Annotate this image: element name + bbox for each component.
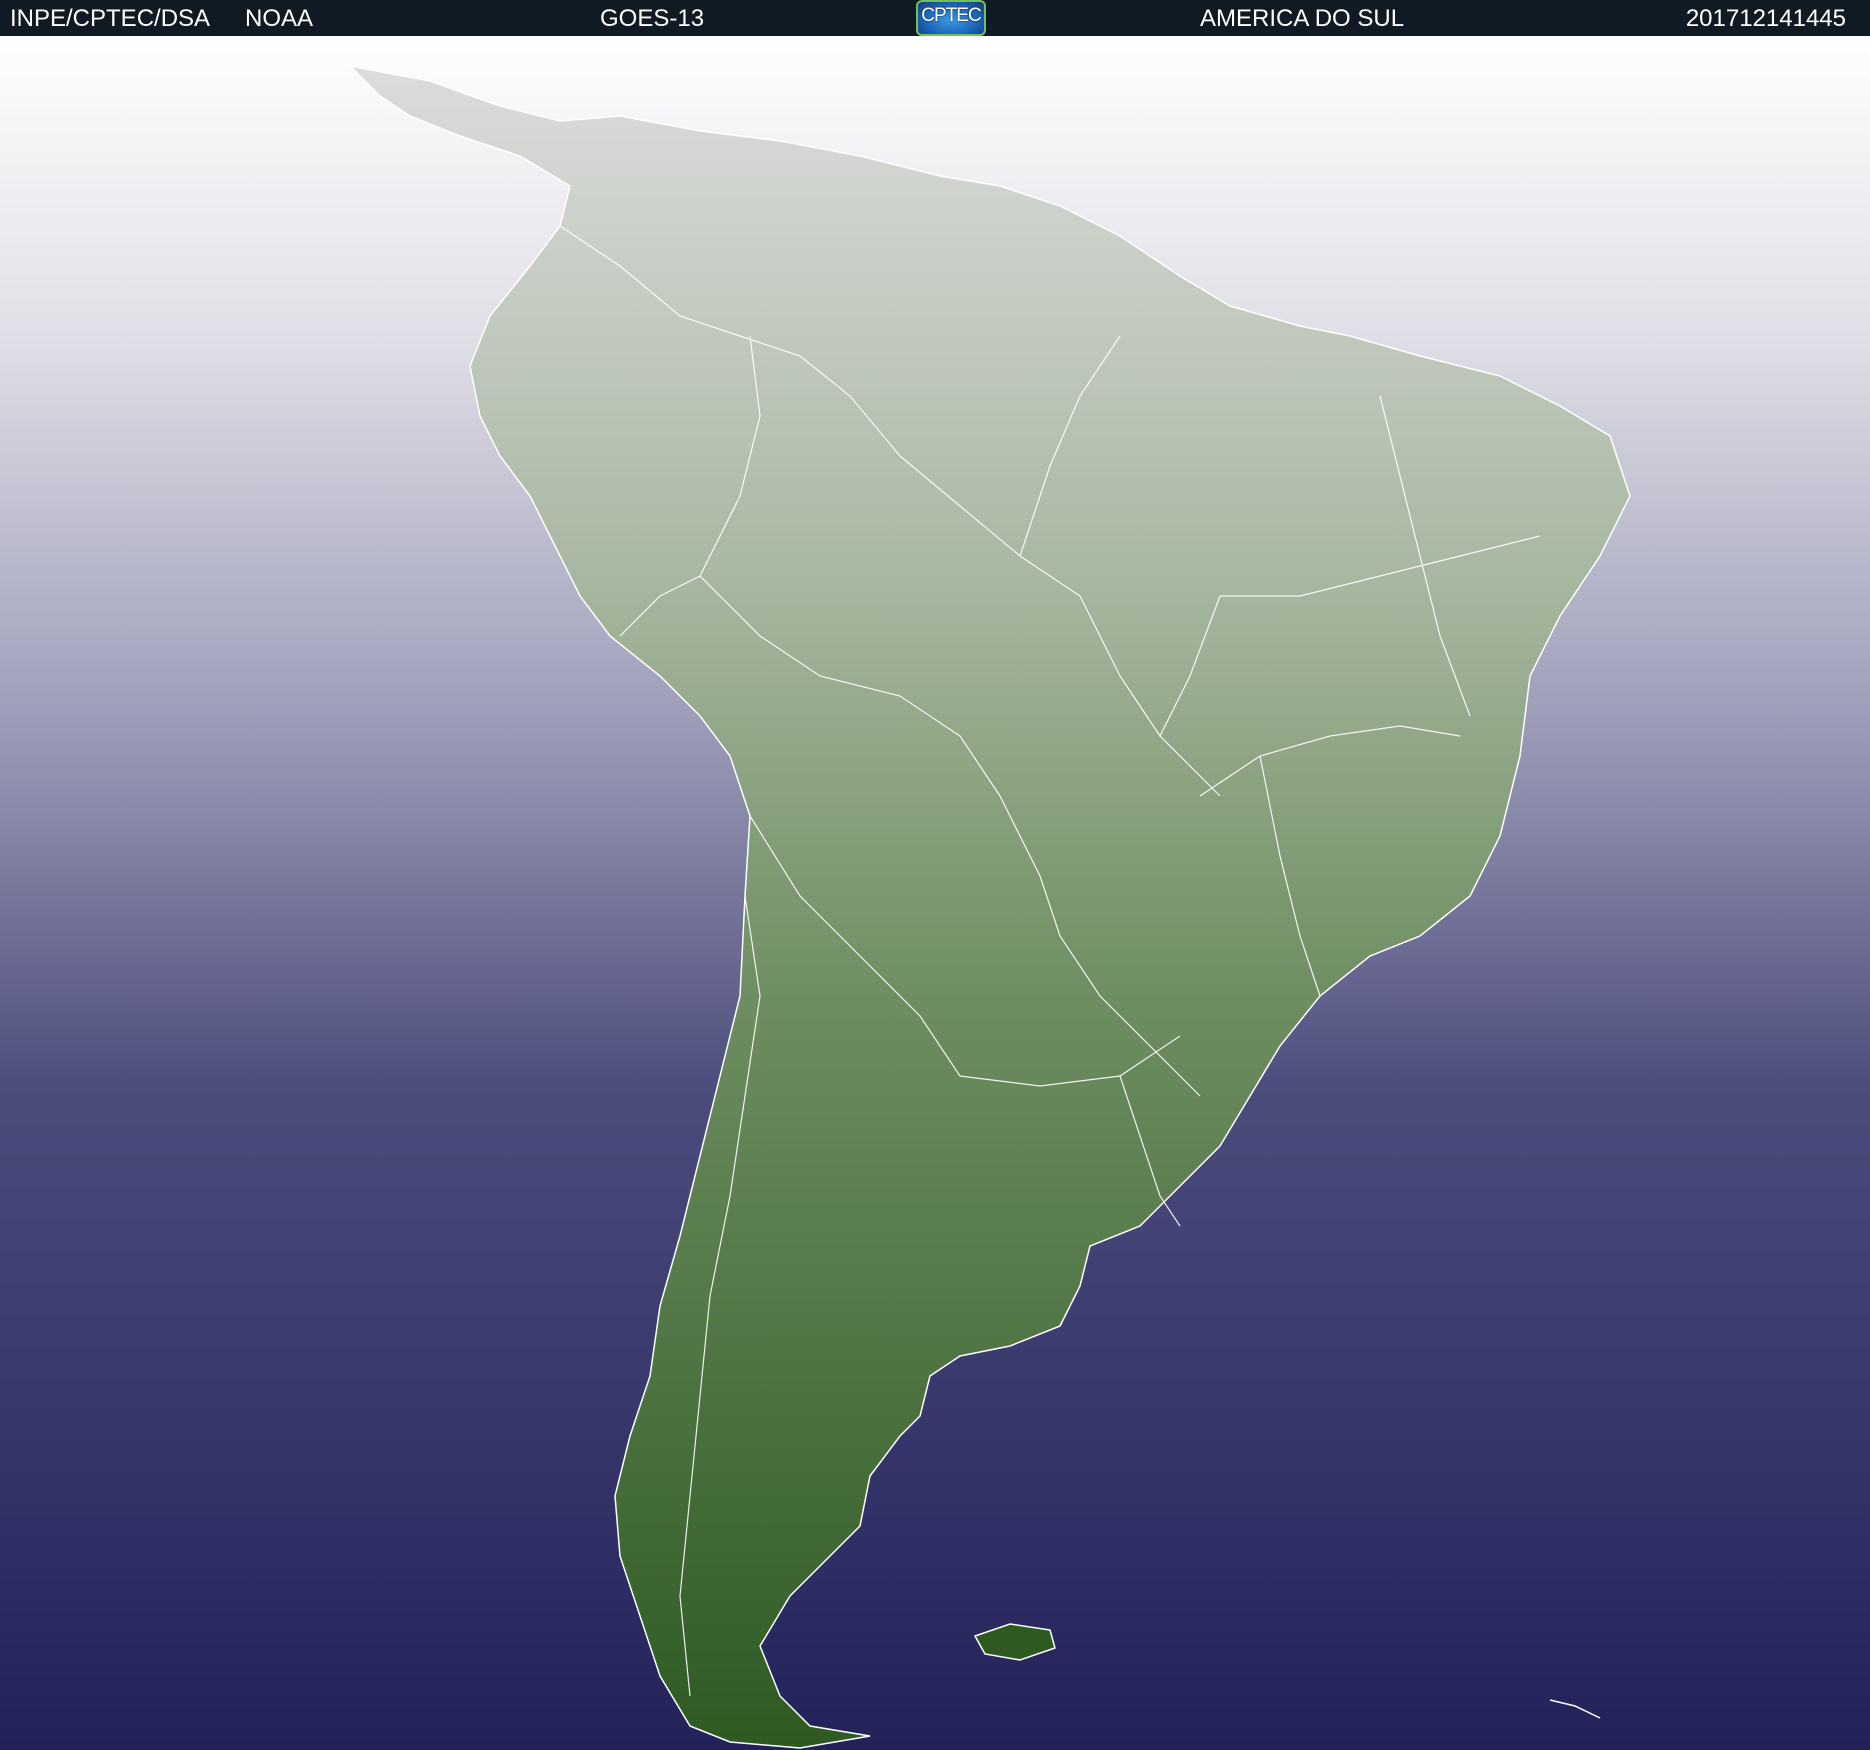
- institution-label: INPE/CPTEC/DSA: [10, 5, 211, 32]
- agency-label: NOAA: [245, 5, 314, 32]
- cptec-logo-icon: CPTEC: [916, 0, 986, 36]
- timestamp-label: 201712141445: [1685, 5, 1846, 32]
- logo-label: CPTEC: [921, 5, 981, 26]
- region-label: AMERICA DO SUL: [1200, 5, 1405, 32]
- satellite-label: GOES-13: [600, 5, 705, 32]
- satellite-map: [0, 36, 1870, 1750]
- title-bar: INPE/CPTEC/DSA NOAA GOES-13 CPTEC AMERIC…: [0, 0, 1870, 36]
